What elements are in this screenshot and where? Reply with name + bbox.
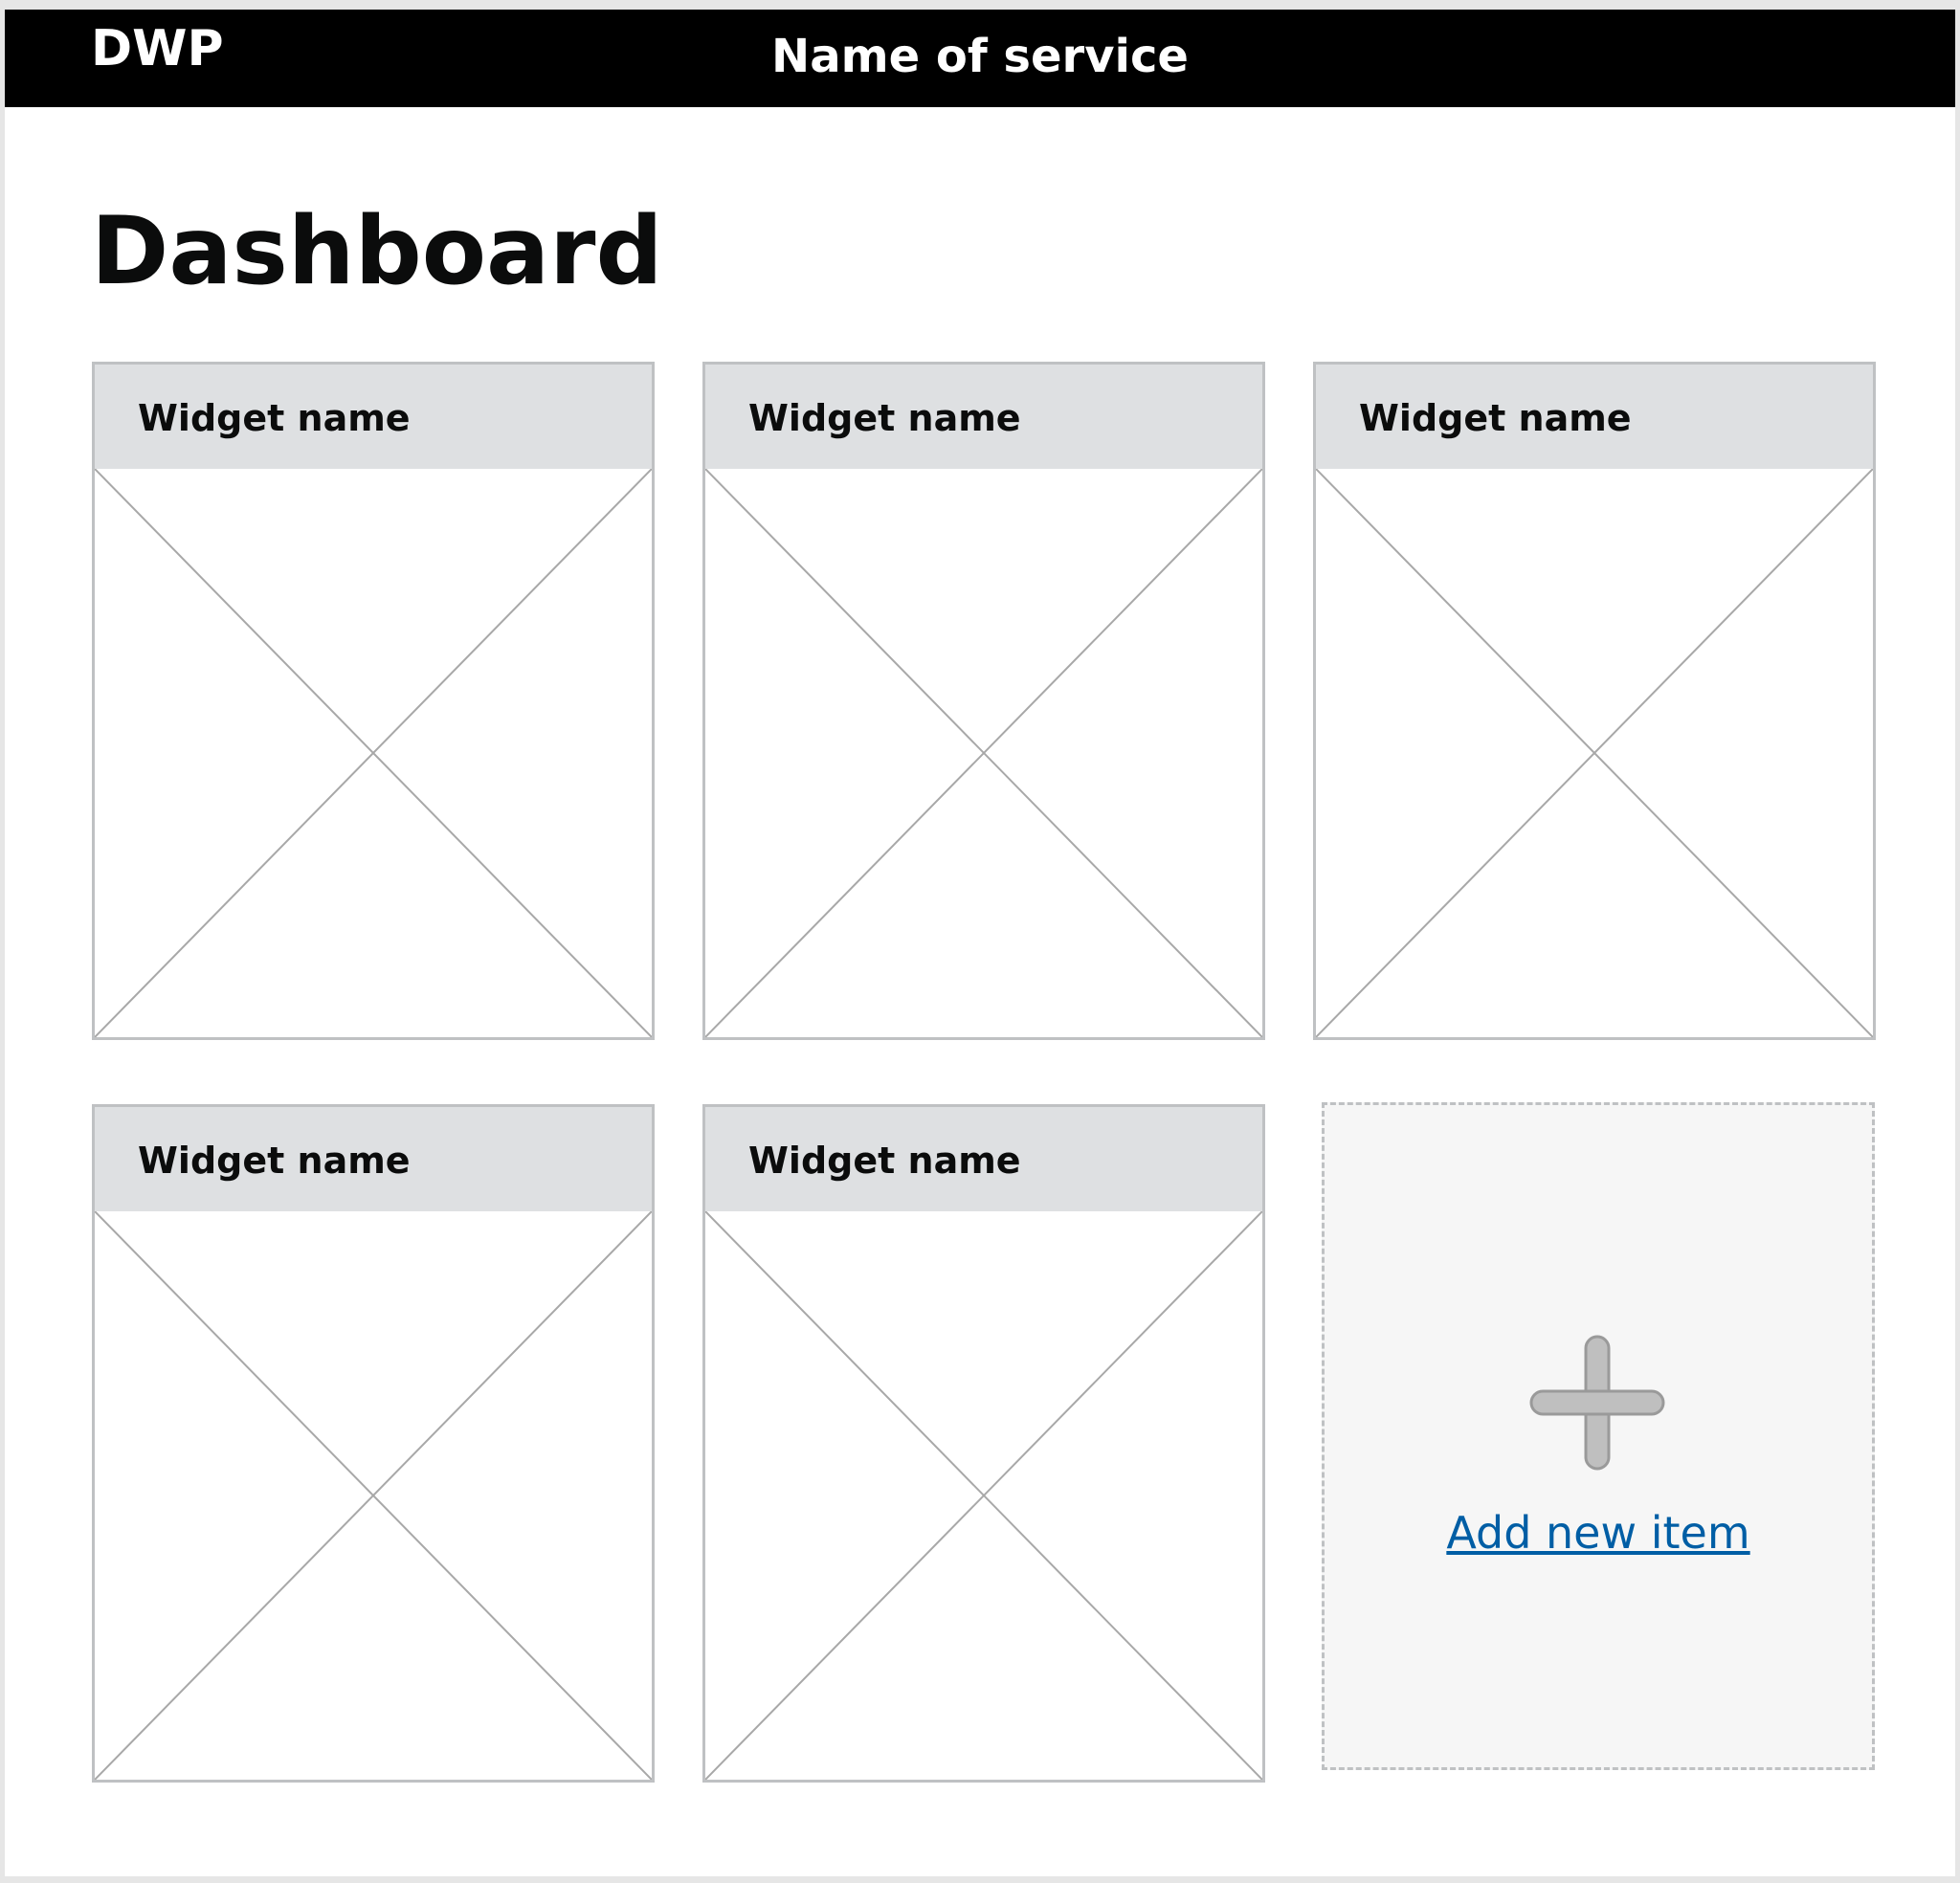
- widget-placeholder: [1316, 469, 1873, 1037]
- add-item-card[interactable]: Add new item: [1322, 1102, 1875, 1770]
- widget-card: Widget name: [92, 362, 655, 1040]
- header-bar: DWP Name of service: [5, 10, 1955, 107]
- widget-card: Widget name: [92, 1104, 655, 1783]
- widget-header: Widget name: [95, 1107, 652, 1211]
- widget-title: Widget name: [1359, 397, 1632, 439]
- service-name[interactable]: Name of service: [5, 27, 1955, 86]
- widget-header: Widget name: [95, 365, 652, 469]
- widget-title: Widget name: [748, 397, 1021, 439]
- widget-header: Widget name: [705, 365, 1262, 469]
- widget-placeholder: [705, 469, 1262, 1037]
- widget-title: Widget name: [138, 1140, 411, 1182]
- placeholder-image-icon: [1316, 469, 1873, 1037]
- widget-card: Widget name: [702, 1104, 1265, 1783]
- widget-title: Widget name: [138, 397, 411, 439]
- placeholder-image-icon: [705, 469, 1262, 1037]
- page-title: Dashboard: [91, 197, 663, 306]
- placeholder-image-icon: [95, 469, 652, 1037]
- widget-card: Widget name: [702, 362, 1265, 1040]
- widget-placeholder: [95, 1211, 652, 1780]
- placeholder-image-icon: [705, 1211, 1262, 1780]
- widget-placeholder: [705, 1211, 1262, 1780]
- widget-title: Widget name: [748, 1140, 1021, 1182]
- plus-icon[interactable]: [1527, 1333, 1667, 1473]
- widget-header: Widget name: [705, 1107, 1262, 1211]
- placeholder-image-icon: [95, 1211, 652, 1780]
- add-new-item-link[interactable]: Add new item: [1325, 1507, 1872, 1560]
- widget-card: Widget name: [1313, 362, 1876, 1040]
- widget-placeholder: [95, 469, 652, 1037]
- widget-header: Widget name: [1316, 365, 1873, 469]
